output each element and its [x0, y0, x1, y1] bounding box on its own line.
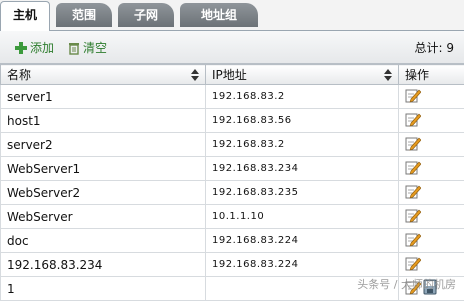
table-row: doc192.168.83.224: [1, 229, 464, 253]
toolbar: 添加 清空 总计: 9: [0, 31, 464, 64]
column-actions-label: 操作: [405, 68, 429, 82]
edit-icon[interactable]: [405, 135, 421, 154]
table-row: WebServer1192.168.83.234: [1, 157, 464, 181]
edit-icon[interactable]: [405, 159, 421, 178]
row-actions: [405, 159, 464, 178]
clear-button[interactable]: 清空: [67, 39, 107, 57]
row-actions: [405, 135, 464, 154]
host-name-cell: server2: [1, 133, 206, 157]
edit-icon[interactable]: [405, 231, 421, 250]
actions-cell: [399, 85, 464, 109]
host-name-cell: doc: [1, 229, 206, 253]
actions-cell: [399, 133, 464, 157]
row-actions: [405, 183, 464, 202]
total-count: 总计: 9: [415, 39, 455, 57]
actions-cell: [399, 205, 464, 229]
edit-icon[interactable]: [405, 255, 421, 274]
watermark: 头条号 / 大师的机房: [357, 276, 456, 292]
actions-cell: [399, 253, 464, 277]
host-name-cell: WebServer2: [1, 181, 206, 205]
table-row: WebServer2192.168.83.235: [1, 181, 464, 205]
ip-address-cell: 192.168.83.235: [206, 181, 399, 205]
column-header-actions: 操作: [399, 65, 464, 85]
tab-bar: 主机 范围 子网 地址组: [0, 0, 464, 31]
sort-icon[interactable]: [191, 69, 199, 81]
ip-address-cell: 192.168.83.2: [206, 85, 399, 109]
row-actions: [405, 207, 464, 226]
column-name-label: 名称: [7, 68, 31, 82]
ip-address-cell: 192.168.83.224: [206, 229, 399, 253]
host-name-cell: WebServer1: [1, 157, 206, 181]
add-button[interactable]: 添加: [14, 39, 54, 57]
ip-address-cell: 10.1.1.10: [206, 205, 399, 229]
sort-icon[interactable]: [384, 69, 392, 81]
edit-icon[interactable]: [405, 111, 421, 130]
column-header-ip[interactable]: IP地址: [206, 65, 399, 85]
row-actions: [405, 111, 464, 130]
actions-cell: [399, 109, 464, 133]
hosts-table: 名称 IP地址 操作 server1192.168.83.2host1192.1…: [0, 64, 464, 301]
actions-cell: [399, 181, 464, 205]
table-row: server1192.168.83.2: [1, 85, 464, 109]
host-name-cell: server1: [1, 85, 206, 109]
host-name-cell: host1: [1, 109, 206, 133]
column-header-name[interactable]: 名称: [1, 65, 206, 85]
tab-hosts[interactable]: 主机: [0, 1, 50, 31]
row-actions: [405, 87, 464, 106]
tab-ranges[interactable]: 范围: [56, 3, 112, 27]
table-row: host1192.168.83.56: [1, 109, 464, 133]
host-name-cell: 192.168.83.234: [1, 253, 206, 277]
ip-address-cell: 192.168.83.56: [206, 109, 399, 133]
ip-address-cell: 192.168.83.234: [206, 157, 399, 181]
edit-icon[interactable]: [405, 183, 421, 202]
host-name-cell: WebServer: [1, 205, 206, 229]
ip-address-cell: 192.168.83.224: [206, 253, 399, 277]
table-row: server2192.168.83.2: [1, 133, 464, 157]
edit-icon[interactable]: [405, 207, 421, 226]
clear-button-label: 清空: [83, 39, 107, 57]
tab-address-groups[interactable]: 地址组: [180, 3, 258, 27]
ip-address-cell: 192.168.83.2: [206, 133, 399, 157]
table-row: 192.168.83.234192.168.83.224: [1, 253, 464, 277]
actions-cell: [399, 229, 464, 253]
row-actions: [405, 231, 464, 250]
trash-icon: [67, 41, 81, 55]
plus-icon: [14, 41, 28, 55]
tab-subnets[interactable]: 子网: [118, 3, 174, 27]
table-header-row: 名称 IP地址 操作: [1, 65, 464, 85]
actions-cell: [399, 157, 464, 181]
host-name-cell: 1: [1, 277, 206, 301]
table-row: WebServer10.1.1.10: [1, 205, 464, 229]
column-ip-label: IP地址: [212, 68, 247, 82]
edit-icon[interactable]: [405, 87, 421, 106]
row-actions: [405, 255, 464, 274]
add-button-label: 添加: [30, 39, 54, 57]
